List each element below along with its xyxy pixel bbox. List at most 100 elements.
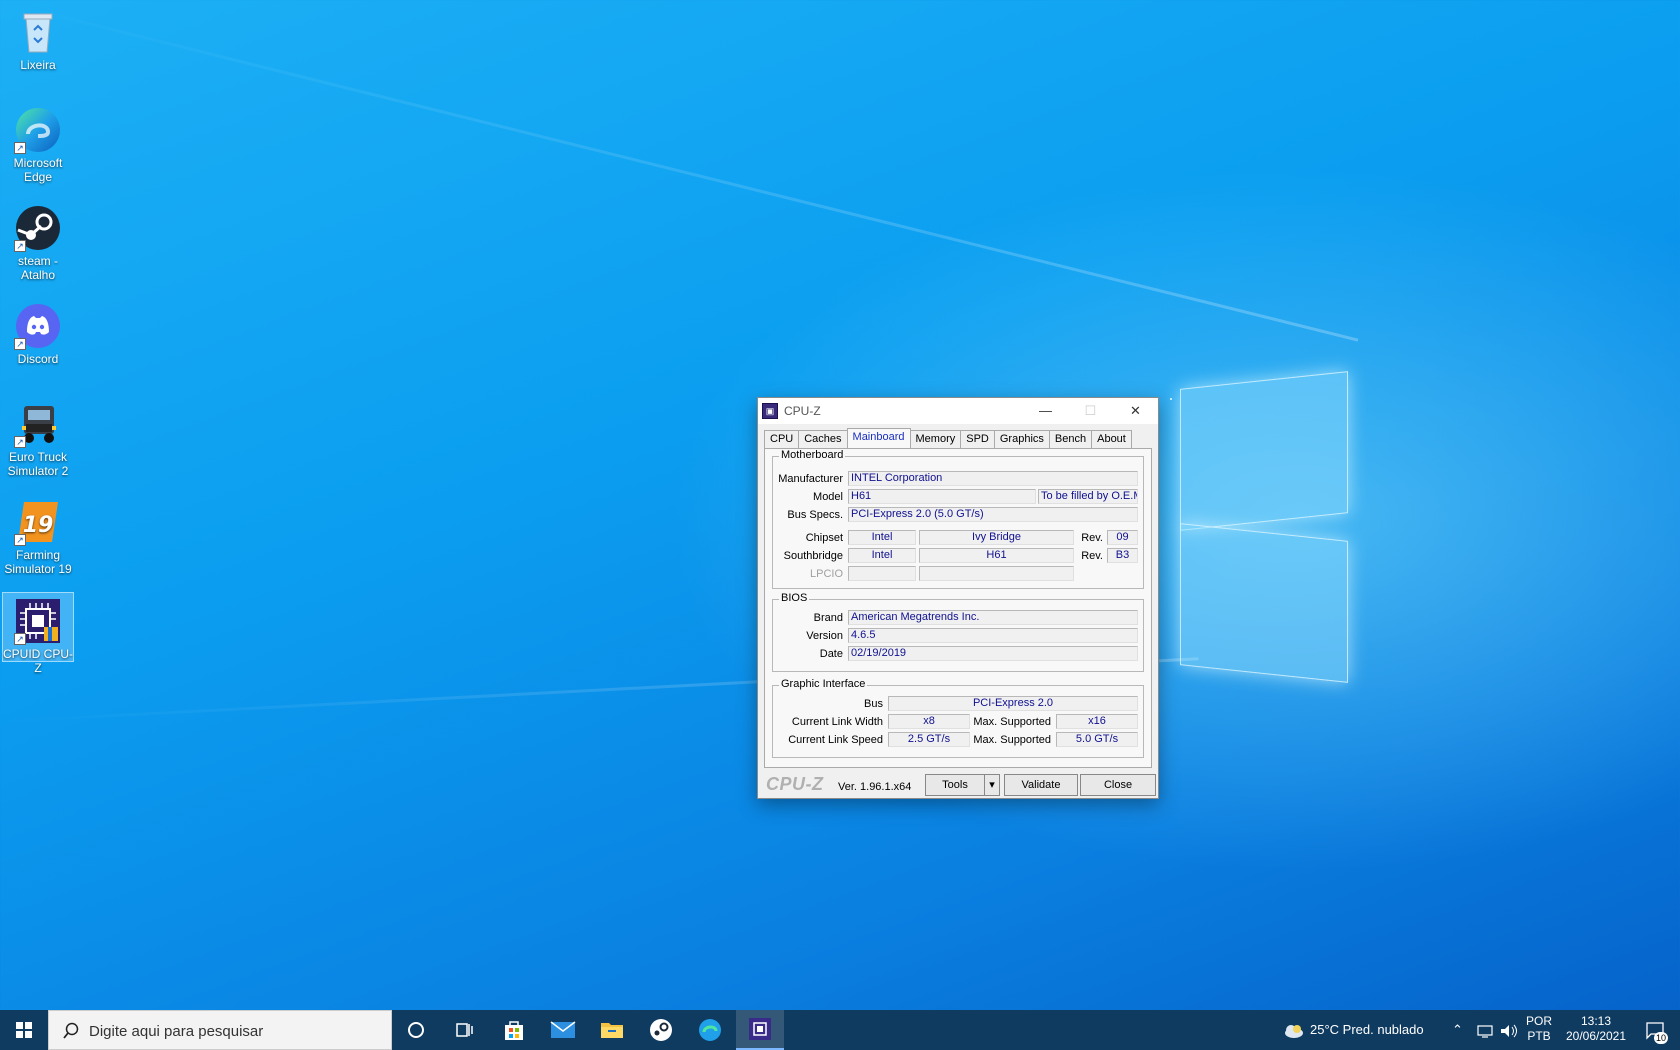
cpuz-logo: CPU-Z: [766, 774, 824, 794]
desktop-icon-edge[interactable]: ↗ Microsoft Edge: [2, 102, 74, 184]
weather-widget[interactable]: 25°C Pred. nublado: [1282, 1010, 1424, 1050]
close-window-button[interactable]: ✕: [1113, 398, 1158, 424]
bios-brand-label: Brand: [813, 612, 843, 624]
maximize-button: ☐: [1068, 398, 1113, 424]
graphic-interface-legend: Graphic Interface: [779, 678, 868, 690]
bios-brand-field: American Megatrends Inc.: [848, 610, 1138, 625]
gi-width-max-label: Max. Supported: [973, 716, 1051, 728]
mail-icon: [550, 1021, 576, 1038]
graphic-interface-group: Graphic Interface Bus PCI-Express 2.0 Cu…: [772, 678, 1144, 758]
speaker-icon: [1501, 1024, 1517, 1037]
language-indicator[interactable]: POR PTB: [1522, 1014, 1556, 1050]
southbridge-vendor-field: Intel: [848, 548, 916, 563]
tab-bench[interactable]: Bench: [1048, 430, 1093, 448]
show-hidden-icons-button[interactable]: ⌃: [1452, 1010, 1463, 1050]
manufacturer-field: INTEL Corporation: [848, 471, 1138, 486]
chipset-rev-field: 09: [1107, 530, 1138, 545]
bus-specs-label: Bus Specs.: [787, 509, 843, 521]
cortana-icon: [408, 1022, 424, 1038]
footer-bar: CPU-Z Ver. 1.96.1.x64 Tools ▾ Validate C…: [758, 768, 1158, 798]
chevron-up-icon: ⌃: [1452, 1022, 1463, 1037]
desktop-icon-label: steam - Atalho: [17, 254, 58, 282]
task-view-button[interactable]: [440, 1010, 488, 1050]
mainboard-panel: Motherboard Manufacturer INTEL Corporati…: [764, 448, 1152, 768]
desktop-icon-label: Farming Simulator 19: [4, 548, 72, 576]
version-label: Ver. 1.96.1.x64: [838, 781, 912, 793]
taskbar-edge[interactable]: [686, 1010, 734, 1050]
light-beam: [0, 0, 1359, 342]
tools-dropdown-button[interactable]: ▾: [984, 774, 1000, 796]
windows-start-icon: [16, 1022, 32, 1038]
chipset-label: Chipset: [805, 532, 843, 544]
taskbar-mail[interactable]: [539, 1010, 587, 1050]
cpuz-window[interactable]: ▣ CPU-Z — ☐ ✕ CPU Caches Mainboard Memor…: [757, 397, 1159, 799]
cpuz-icon: [749, 1018, 771, 1040]
southbridge-rev-label: Rev.: [1081, 550, 1103, 562]
bios-version-field: 4.6.5: [848, 628, 1138, 643]
language-top: POR: [1525, 1014, 1552, 1028]
language-bottom: PTB: [1527, 1029, 1551, 1043]
cortana-button[interactable]: [392, 1010, 440, 1050]
minimize-button[interactable]: —: [1023, 398, 1068, 424]
folder-icon: [601, 1023, 623, 1038]
chevron-down-icon: ▾: [989, 779, 995, 791]
desktop-icon-label: Euro Truck Simulator 2: [7, 450, 69, 478]
tools-button[interactable]: Tools: [925, 774, 985, 796]
desktop-icon-farming[interactable]: 19 ↗ Farming Simulator 19: [2, 494, 74, 576]
desktop-icon-recycle-bin[interactable]: Lixeira: [2, 4, 74, 72]
tab-graphics[interactable]: Graphics: [993, 430, 1050, 448]
southbridge-rev-field: B3: [1107, 548, 1138, 563]
manufacturer-label: Manufacturer: [778, 473, 843, 485]
tab-about[interactable]: About: [1091, 430, 1132, 448]
tab-memory[interactable]: Memory: [909, 430, 962, 448]
svg-text:19: 19: [23, 513, 54, 538]
start-button[interactable]: [0, 1010, 48, 1050]
gi-width-label: Current Link Width: [791, 716, 883, 728]
taskbar-explorer[interactable]: [588, 1010, 636, 1050]
tab-caches[interactable]: Caches: [798, 430, 848, 448]
taskbar-cpuz[interactable]: [736, 1010, 784, 1050]
bios-group: BIOS Brand American Megatrends Inc. Vers…: [772, 592, 1144, 672]
tab-cpu[interactable]: CPU: [764, 430, 800, 448]
validate-button[interactable]: Validate: [1004, 774, 1078, 796]
gi-bus-label: Bus: [864, 698, 883, 710]
desktop-icon-euro-truck[interactable]: ↗ Euro Truck Simulator 2: [2, 396, 74, 478]
motherboard-legend: Motherboard: [779, 449, 846, 461]
southbridge-name-field: H61: [919, 548, 1074, 563]
clock[interactable]: 13:13 20/06/2021: [1558, 1014, 1634, 1050]
search-placeholder: Digite aqui para pesquisar: [89, 1023, 264, 1040]
desktop-icon-label: Lixeira: [20, 58, 56, 72]
notification-center-button[interactable]: 10: [1638, 1010, 1674, 1050]
edge-icon: ↗: [14, 106, 62, 154]
gi-width-max-field: x16: [1056, 714, 1138, 729]
search-box[interactable]: Digite aqui para pesquisar: [48, 1010, 392, 1050]
clock-time: 13:13: [1580, 1014, 1612, 1028]
lpcio-vendor-field: [848, 566, 916, 581]
notification-count-badge: 10: [1654, 1032, 1669, 1044]
southbridge-label: Southbridge: [783, 550, 843, 562]
desktop-icon-steam[interactable]: ↗ steam - Atalho: [2, 200, 74, 282]
tab-spd[interactable]: SPD: [960, 430, 995, 448]
clock-date: 20/06/2021: [1565, 1029, 1627, 1043]
window-title: CPU-Z: [784, 404, 821, 418]
network-button[interactable]: [1476, 1010, 1494, 1050]
cpuz-app-icon: ▣: [762, 403, 778, 419]
desktop-icon-label: CPUID CPU-Z: [3, 647, 74, 675]
volume-button[interactable]: [1500, 1010, 1518, 1050]
desktop-icon-cpuz[interactable]: ↗ CPUID CPU-Z: [2, 592, 74, 675]
model-extra-field: To be filled by O.E.M.: [1038, 489, 1138, 504]
tab-bar: CPU Caches Mainboard Memory SPD Graphics…: [764, 428, 1132, 448]
title-bar[interactable]: ▣ CPU-Z — ☐ ✕: [758, 398, 1158, 424]
edge-icon: [699, 1019, 721, 1041]
taskbar-store[interactable]: [490, 1010, 538, 1050]
desktop-icon-label: Discord: [17, 352, 59, 366]
close-button[interactable]: Close: [1080, 774, 1156, 796]
minimize-icon: —: [1039, 403, 1052, 418]
tab-mainboard[interactable]: Mainboard: [846, 428, 911, 448]
taskbar-steam[interactable]: [637, 1010, 685, 1050]
desktop-icon-discord[interactable]: ↗ Discord: [2, 298, 74, 366]
close-icon: ✕: [1130, 403, 1141, 418]
motherboard-group: Motherboard Manufacturer INTEL Corporati…: [772, 449, 1144, 589]
cpuz-icon: ↗: [14, 597, 62, 645]
gi-speed-max-field: 5.0 GT/s: [1056, 732, 1138, 747]
